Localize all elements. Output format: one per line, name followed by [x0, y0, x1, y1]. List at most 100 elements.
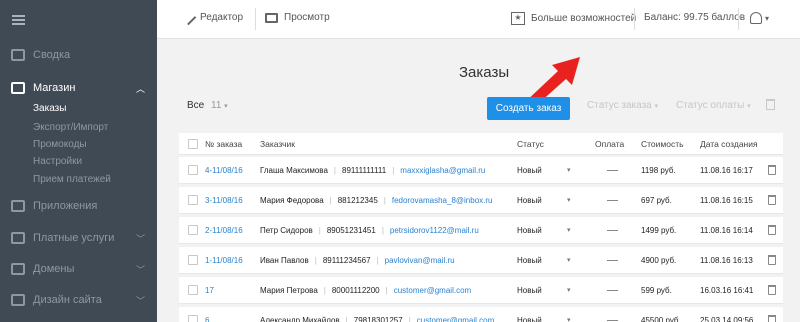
customer-name: Петр Сидоров	[260, 225, 313, 235]
copy-icon	[11, 49, 25, 61]
filter-all[interactable]: Все	[187, 100, 204, 111]
checkbox[interactable]	[188, 225, 198, 235]
sidebar-item-apps[interactable]: Приложения	[0, 196, 157, 216]
header-status[interactable]: Статус	[517, 133, 544, 154]
separator: |	[392, 165, 395, 175]
row-select[interactable]	[179, 217, 199, 243]
user-menu[interactable]: ▾	[750, 12, 769, 24]
sidebar-item-design[interactable]: Дизайн сайта ﹀	[0, 290, 157, 310]
trash-icon[interactable]	[766, 99, 775, 110]
order-number[interactable]: 2-11/08/16	[205, 217, 243, 243]
table-row[interactable]: 17 Мария Петрова | 80001112200 | customer@gma…	[179, 277, 783, 304]
chevron-down-icon[interactable]: ▾	[567, 187, 571, 213]
checkbox[interactable]	[188, 255, 198, 265]
customer-phone: 89111111111	[342, 165, 387, 175]
more-features-button[interactable]: ★ Больше возможностей	[511, 12, 636, 25]
chevron-down-icon[interactable]: ▾	[567, 157, 571, 183]
sidebar-sub-payments[interactable]: Прием платежей	[33, 174, 111, 185]
header-created[interactable]: Дата создания	[700, 133, 758, 154]
preview-button[interactable]: Просмотр	[265, 12, 330, 23]
sidebar-sub-settings[interactable]: Настройки	[33, 156, 82, 167]
chevron-down-icon[interactable]: ▾	[567, 277, 571, 303]
menu-icon[interactable]	[12, 15, 25, 25]
delete-order[interactable]	[768, 157, 777, 183]
customer-name: Иван Павлов	[260, 255, 309, 265]
chevron-down-icon[interactable]: ▾	[567, 247, 571, 273]
customer-name: Мария Федорова	[260, 195, 324, 205]
order-status[interactable]: Новый	[517, 217, 542, 243]
order-status[interactable]: Новый	[517, 277, 542, 303]
pencil-icon	[180, 9, 197, 26]
row-select[interactable]	[179, 277, 199, 303]
checkbox[interactable]	[188, 285, 198, 295]
trash-icon[interactable]	[768, 165, 776, 175]
separator: |	[376, 255, 379, 265]
checkbox[interactable]	[188, 138, 198, 149]
table-row[interactable]: 2-11/08/16 Петр Сидоров | 89051231451 | petrs…	[179, 217, 783, 244]
chevron-down-icon[interactable]: ▾	[567, 307, 571, 322]
create-order-button[interactable]: Создать заказ	[487, 97, 570, 120]
order-status-filter[interactable]: Статус заказа ▾	[587, 100, 658, 111]
table-row[interactable]: 1-11/08/16 Иван Павлов | 89111234567 | pavlov…	[179, 247, 783, 274]
order-number[interactable]: 3-11/08/16	[205, 187, 243, 213]
chevron-down-icon[interactable]: ▾	[567, 217, 571, 243]
checkbox[interactable]	[188, 315, 198, 322]
orders-table: № заказа Заказчик Статус Оплата Стоимост…	[179, 133, 783, 322]
customer-info: Александр Михайлов | 79818301257 | customer@…	[260, 307, 494, 322]
sidebar-item-summary[interactable]: Сводка	[0, 45, 157, 65]
customer-email[interactable]: petrsidorov1122@mail.ru	[390, 226, 479, 235]
sidebar-item-paid-services[interactable]: Платные услуги ﹀	[0, 228, 157, 248]
row-select[interactable]	[179, 187, 199, 213]
order-status[interactable]: Новый	[517, 157, 542, 183]
header-cost[interactable]: Стоимость	[641, 133, 684, 154]
checkbox[interactable]	[188, 165, 198, 175]
customer-email[interactable]: fedorovamasha_8@inbox.ru	[392, 196, 493, 205]
customer-email[interactable]: pavlovivan@mail.ru	[385, 256, 455, 265]
order-status[interactable]: Новый	[517, 307, 542, 322]
table-row[interactable]: 6 Александр Михайлов | 79818301257 | customer…	[179, 307, 783, 322]
trash-icon[interactable]	[768, 285, 776, 295]
sidebar-sub-export-import[interactable]: Экспорт/Импорт	[33, 122, 108, 133]
table-row[interactable]: 3-11/08/16 Мария Федорова | 881212345 | fedor…	[179, 187, 783, 214]
header-customer[interactable]: Заказчик	[260, 133, 295, 154]
order-number[interactable]: 1-11/08/16	[205, 247, 243, 273]
user-icon	[750, 12, 762, 24]
header-number[interactable]: № заказа	[205, 133, 242, 154]
filter-count-dropdown[interactable]: 11 ▾	[211, 100, 228, 111]
order-status[interactable]: Новый	[517, 247, 542, 273]
sidebar-item-shop[interactable]: Магазин ︿	[0, 78, 157, 98]
table-row[interactable]: 4-11/08/16 Глаша Максимова | 89111111111 | ma…	[179, 157, 783, 184]
row-select[interactable]	[179, 157, 199, 183]
sidebar-item-domains[interactable]: Домены ﹀	[0, 259, 157, 279]
select-all[interactable]	[179, 133, 199, 154]
order-number[interactable]: 6	[205, 307, 209, 322]
row-select[interactable]	[179, 307, 199, 322]
star-icon: ★	[511, 12, 525, 25]
customer-email[interactable]: customer@gmail.com	[417, 316, 494, 322]
payment-status-filter[interactable]: Статус оплаты ▾	[676, 100, 751, 111]
customer-phone: 89111234567	[322, 255, 371, 265]
editor-button[interactable]: Редактор	[180, 9, 243, 26]
order-number[interactable]: 17	[205, 277, 214, 303]
checkbox[interactable]	[188, 195, 198, 205]
delete-order[interactable]	[768, 277, 777, 303]
chevron-down-icon: ﹀	[135, 234, 145, 244]
trash-icon[interactable]	[768, 255, 776, 265]
delete-order[interactable]	[768, 247, 777, 273]
trash-icon[interactable]	[768, 225, 776, 235]
chevron-down-icon: ▾	[654, 103, 659, 110]
delete-order[interactable]	[768, 217, 777, 243]
header-payment[interactable]: Оплата	[595, 133, 624, 154]
trash-icon[interactable]	[768, 195, 776, 205]
payment-empty	[607, 247, 618, 273]
sidebar-sub-orders[interactable]: Заказы	[33, 103, 66, 114]
order-status[interactable]: Новый	[517, 187, 542, 213]
order-number[interactable]: 4-11/08/16	[205, 157, 243, 183]
customer-email[interactable]: customer@gmail.com	[394, 286, 471, 295]
delete-order[interactable]	[768, 187, 777, 213]
trash-icon[interactable]	[768, 315, 776, 322]
row-select[interactable]	[179, 247, 199, 273]
sidebar-sub-promocodes[interactable]: Промокоды	[33, 139, 87, 150]
customer-email[interactable]: maxxxiglasha@gmail.ru	[400, 166, 485, 175]
delete-order[interactable]	[768, 307, 777, 322]
